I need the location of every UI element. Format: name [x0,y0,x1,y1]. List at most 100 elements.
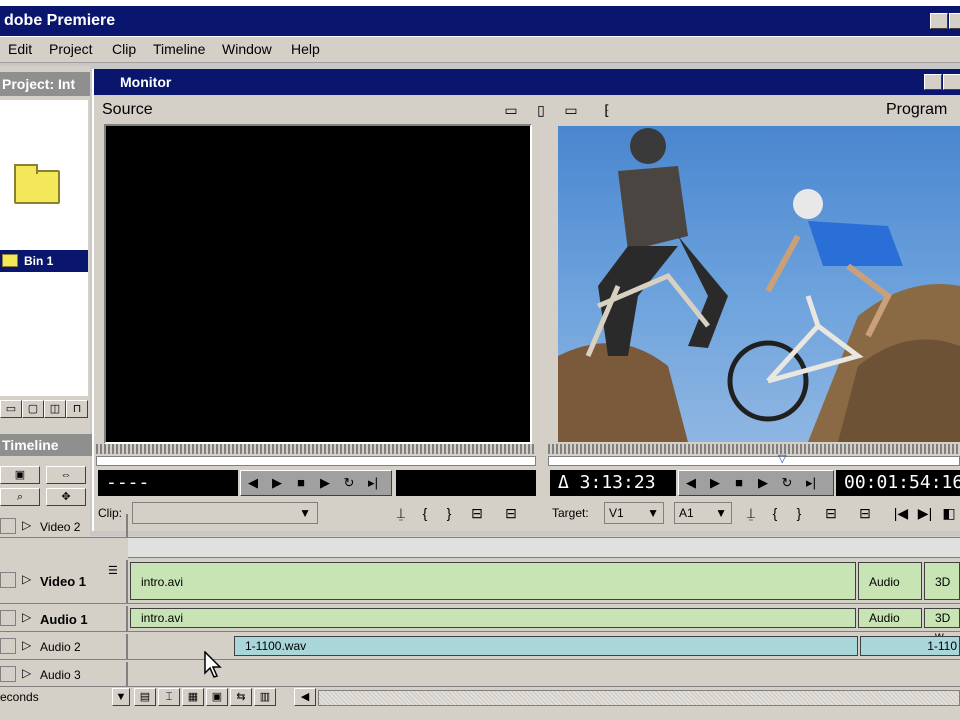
track-audio-1: ▷ Audio 1 intro.avi Audio 3D w [0,606,960,643]
clip-intro-audio[interactable]: intro.avi [130,608,856,628]
clip-transition[interactable]: Audio [858,562,922,600]
track-video-2: ▷ Video 2 [0,514,960,538]
bin-list [0,272,88,396]
expand-triangle-icon[interactable]: ▷ [22,518,31,532]
bin-options-button[interactable]: ◫ [44,400,66,418]
toggle-snap-icon[interactable]: ⇆ [230,688,252,706]
track-name: Video 1 [40,574,87,589]
program-timecode: 00:01:54:16 [836,470,960,496]
play-icon[interactable]: ▶ [751,471,775,495]
trim-view-icon[interactable]: ▭ [560,99,582,121]
step-forward-icon[interactable]: ▶ [703,471,727,495]
step-forward-icon[interactable]: ▶ [265,471,289,495]
track-toggle-icon[interactable] [0,572,16,588]
clip-transition[interactable]: Audio [858,608,922,628]
menu-bar: Edit Project Clip Timeline Window Help [0,37,960,63]
program-screen[interactable] [558,126,960,442]
menu-window[interactable]: Window [222,41,272,57]
play-icon[interactable]: ▶ [313,471,337,495]
new-bin-button[interactable]: ▢ [22,400,44,418]
app-title: dobe Premiere [0,6,960,36]
program-scrub-bar[interactable] [548,444,960,454]
source-duration-display [396,470,536,496]
track-header: ▷ Video 1 ☰ [0,560,128,603]
stop-icon[interactable]: ■ [289,471,313,495]
toggle-sync-icon[interactable]: ▦ [182,688,204,706]
track-header: ▷ Video 2 [0,514,128,537]
expand-triangle-icon[interactable]: ▷ [22,572,31,586]
scroll-left-icon[interactable]: ◀ [294,688,316,706]
source-transport: ◀ ▶ ■ ▶ ↻ ▸| [240,470,392,496]
clip-wav[interactable]: 1-1100.wav [234,636,858,656]
timeline-ruler[interactable] [128,538,960,558]
loop-icon[interactable]: ↻ [337,471,361,495]
track-toggle-icon[interactable] [0,666,16,682]
project-title[interactable]: Project: Int [0,72,90,96]
source-label: Source [102,101,153,118]
dropdown-arrow-icon[interactable]: ▼ [112,688,130,706]
track-name: Audio 2 [40,640,81,654]
clip-intro-video[interactable]: intro.avi [130,562,856,600]
minimize-icon[interactable] [930,13,948,29]
menu-clip[interactable]: Clip [112,41,136,57]
dual-view-icon[interactable]: ▭ [500,99,522,121]
clip-wav-next[interactable]: 1-110 [860,636,960,656]
delete-button[interactable]: ⊓ [66,400,88,418]
expand-triangle-icon[interactable]: ▷ [22,638,31,652]
track-select-icon[interactable]: ⇔ [46,466,86,484]
track-menu-icon[interactable]: ☰ [108,564,118,577]
toggle-shift-icon[interactable]: ⌶ [158,688,180,706]
monitor-title[interactable]: Monitor [94,69,960,95]
step-back-icon[interactable]: ◀ [679,471,703,495]
expand-triangle-icon[interactable]: ▷ [22,666,31,680]
track-video-1: ▷ Video 1 ☰ intro.avi Audio 3D w [0,560,960,627]
single-view-icon[interactable]: ▯ [530,99,552,121]
bin-item[interactable]: Bin 1 [0,250,88,272]
source-timecode: ---- [98,470,238,496]
program-timeline-ruler[interactable] [548,456,960,466]
expand-triangle-icon[interactable]: ▷ [22,610,31,624]
play-to-out-icon[interactable]: ▸| [361,471,385,495]
track-name: Video 2 [40,520,81,534]
timeline-title[interactable]: Timeline [0,434,95,456]
play-to-out-icon[interactable]: ▸| [799,471,823,495]
mouse-cursor-icon [204,651,222,678]
source-screen[interactable] [104,124,532,444]
step-back-icon[interactable]: ◀ [241,471,265,495]
track-name: Audio 1 [40,612,88,627]
track-toggle-icon[interactable] [0,610,16,626]
menu-project[interactable]: Project [49,41,93,57]
app-titlebar: dobe Premiere [0,0,960,38]
hand-tool-icon[interactable]: ✥ [46,488,86,506]
track-header: ▷ Audio 3 [0,662,128,687]
playhead-marker-icon[interactable]: ▽ [778,452,786,465]
track-header: ▷ Audio 1 [0,606,128,631]
new-item-button[interactable]: ▭ [0,400,22,418]
clip-3d[interactable]: 3D w [924,608,960,643]
maximize-icon[interactable] [949,13,960,29]
zoom-tool-icon[interactable]: ⌕ [0,488,40,506]
track-options-icon[interactable]: ▤ [134,688,156,706]
maximize-icon[interactable] [943,74,960,90]
time-units-label: econds [0,690,39,704]
track-name: Audio 3 [40,668,81,682]
folder-icon [2,254,18,267]
menu-timeline[interactable]: Timeline [153,41,205,57]
menu-edit[interactable]: Edit [8,41,32,57]
stop-icon[interactable]: ■ [727,471,751,495]
program-frame-image [558,128,960,442]
timeline-scrollbar[interactable] [318,690,960,706]
minimize-icon[interactable] [924,74,942,90]
toggle-markers-icon[interactable]: ▥ [254,688,276,706]
source-timeline-ruler[interactable] [96,456,536,466]
toggle-edge-icon[interactable]: ▣ [206,688,228,706]
selection-tool-icon[interactable]: ▣ [0,466,40,484]
track-toggle-icon[interactable] [0,638,16,654]
source-scrub-bar[interactable] [96,444,536,454]
loop-icon[interactable]: ↻ [775,471,799,495]
folder-icon [14,164,60,204]
clip-3d[interactable]: 3D w [924,562,960,627]
menu-help[interactable]: Help [291,41,320,57]
track-toggle-icon[interactable] [0,518,16,534]
monitor-menu-icon[interactable]: ⁅ [596,99,618,121]
